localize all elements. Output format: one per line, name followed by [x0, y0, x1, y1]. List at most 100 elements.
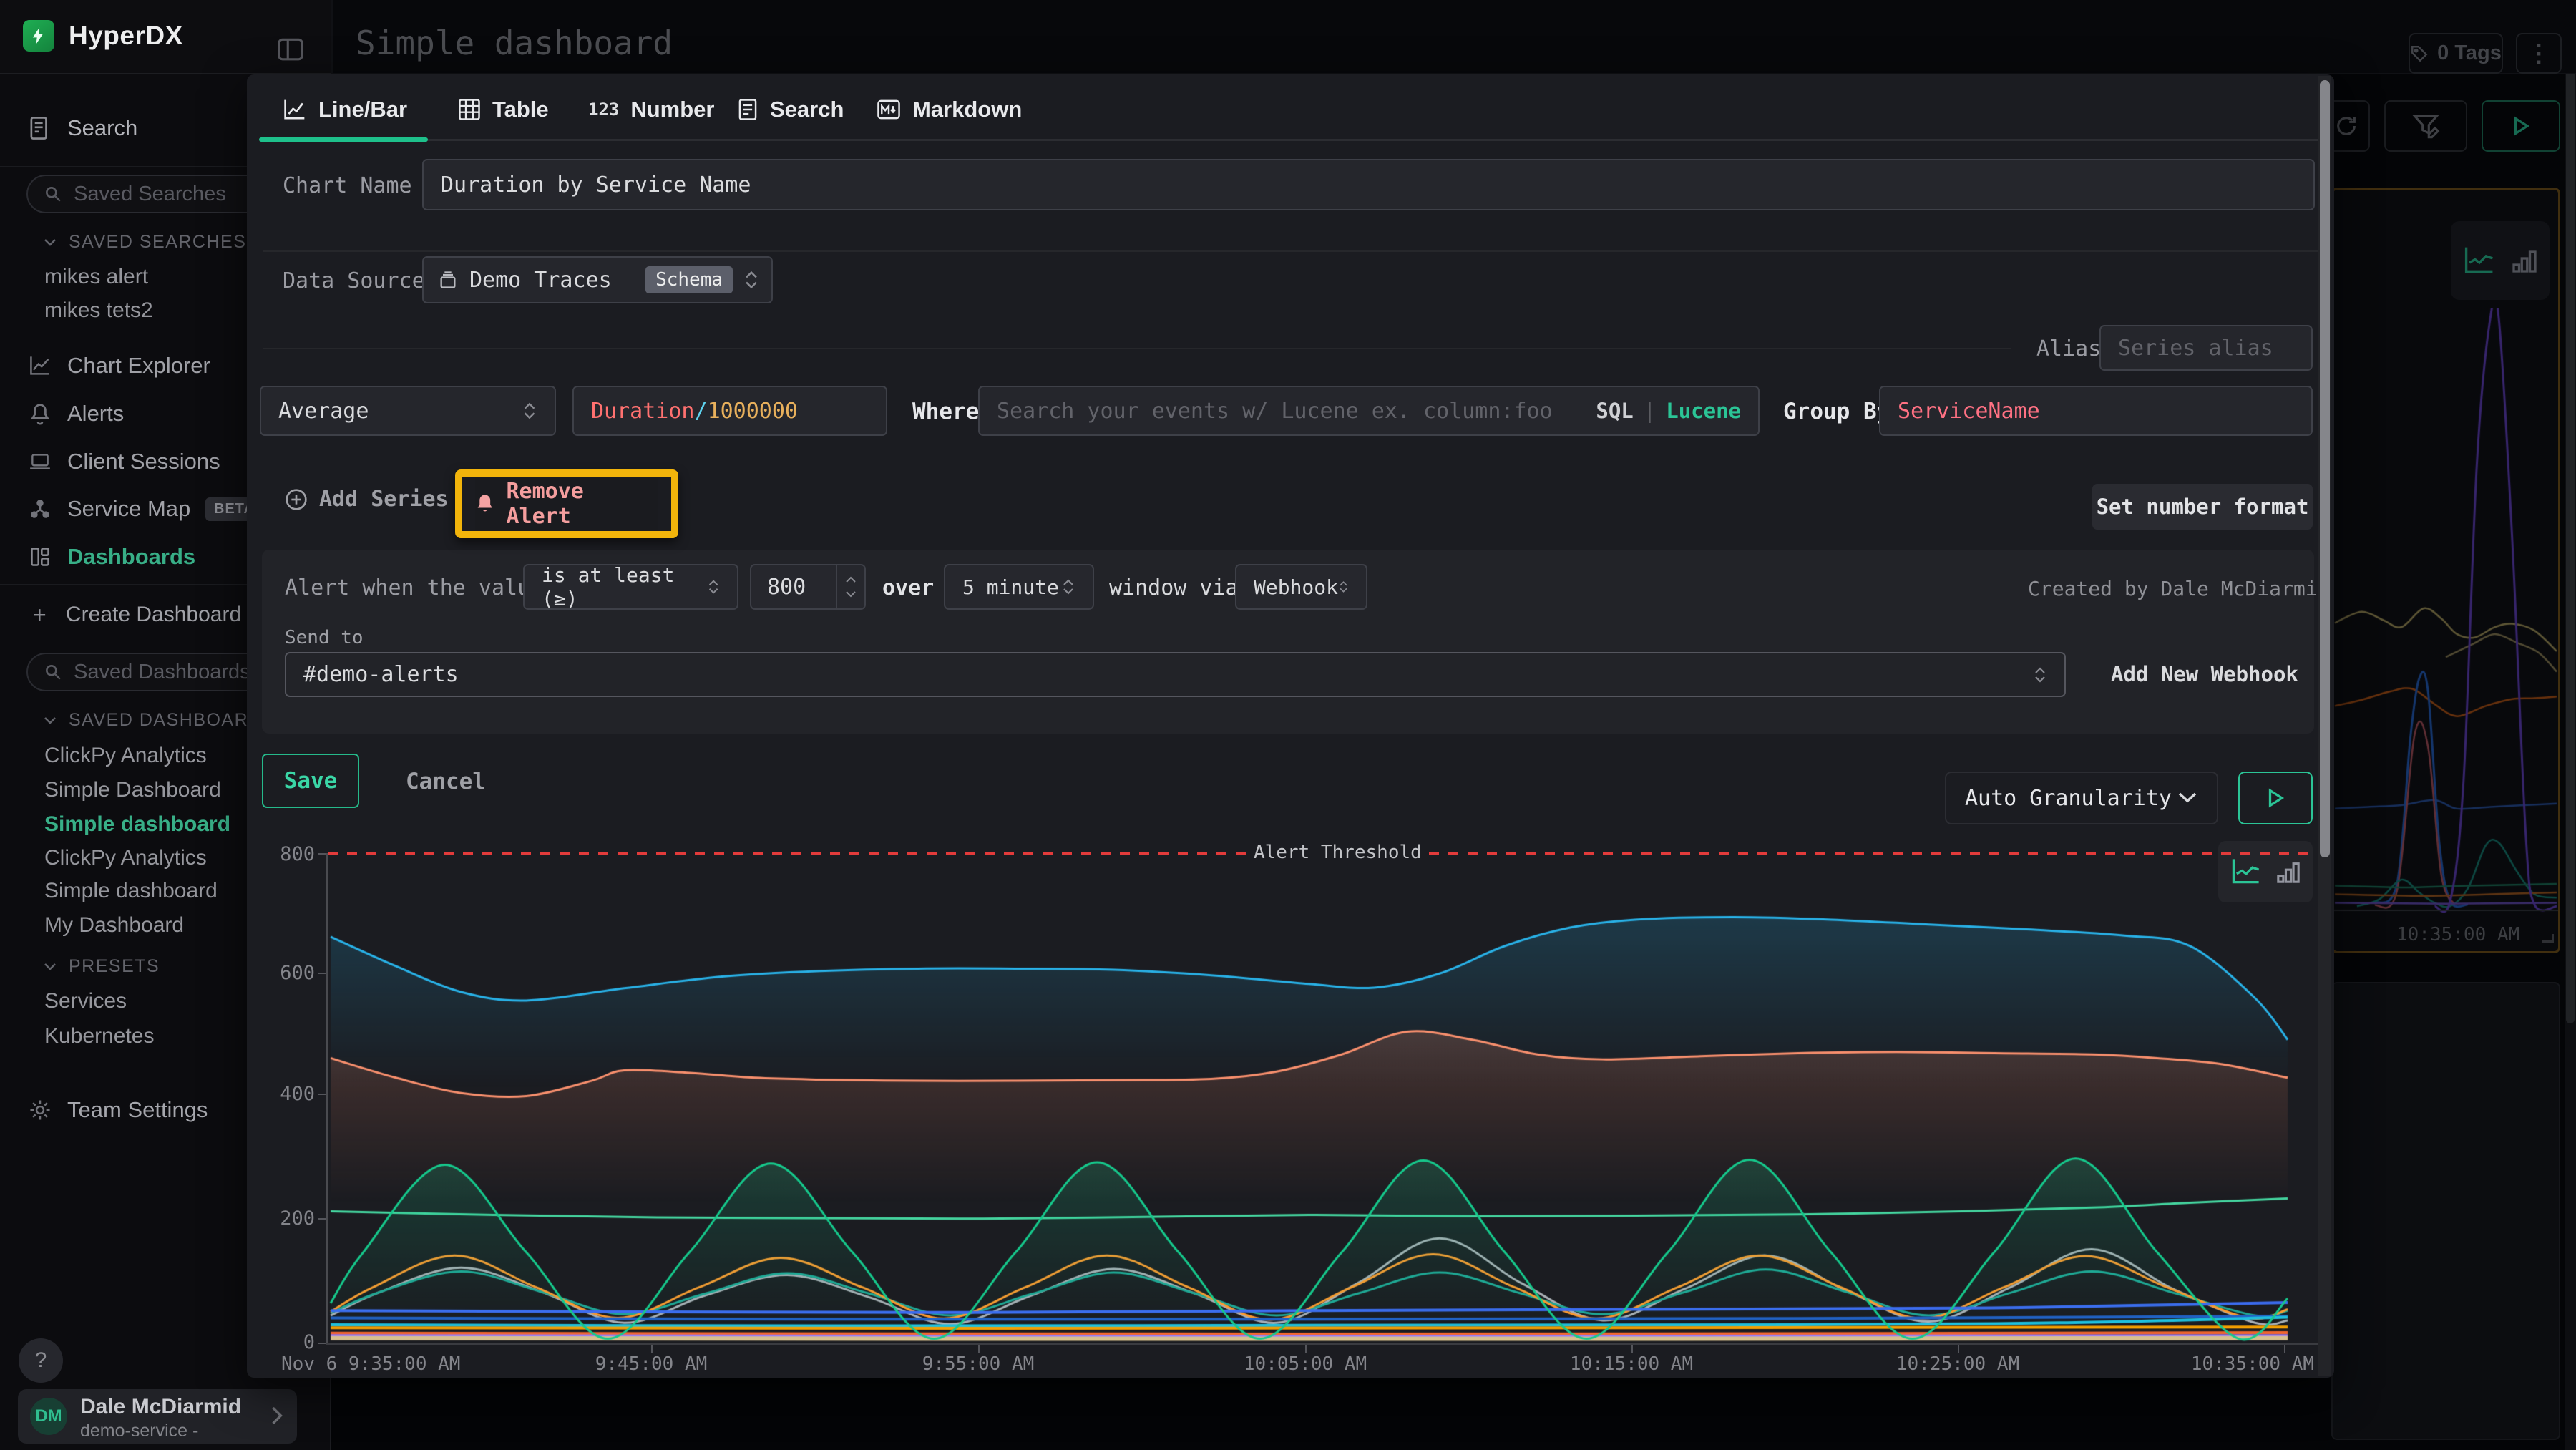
logs-icon [27, 116, 53, 140]
number-stepper[interactable] [836, 565, 864, 608]
alias-input[interactable]: Series alias [2099, 325, 2313, 371]
send-to-label: Send to [285, 627, 364, 648]
123-icon: 123 [588, 99, 619, 120]
play-icon [2265, 787, 2286, 809]
preset-item[interactable]: Services [44, 989, 127, 1013]
dashboard-item[interactable]: ClickPy Analytics [44, 744, 207, 768]
markdown-icon [877, 99, 901, 120]
data-source-label: Data Source [283, 268, 425, 293]
alert-channel-select[interactable]: Webhook [1235, 564, 1367, 610]
search-icon [44, 185, 62, 203]
where-label: Where [912, 399, 979, 424]
search-icon [44, 663, 62, 681]
plus-circle-icon [285, 488, 308, 511]
modal-divider [263, 250, 2318, 252]
x-tick-label: 10:25:00 AM [1896, 1353, 2019, 1375]
add-series-button[interactable]: Add Series [285, 487, 449, 512]
chevron-down-icon [43, 716, 57, 726]
presets-header[interactable]: PRESETS [43, 956, 160, 977]
user-subtitle: demo-service - [80, 1421, 198, 1441]
saved-search-item[interactable]: mikes alert [44, 265, 148, 289]
saved-searches-header[interactable]: SAVED SEARCHES [43, 232, 246, 253]
saved-searches-placeholder: Saved Searches [74, 183, 226, 206]
alert-condition-select[interactable]: is at least (≥) [523, 564, 738, 610]
document-icon [737, 98, 758, 121]
alert-threshold-label: Alert Threshold [1246, 840, 1429, 865]
chevron-updown-icon [1061, 578, 1075, 596]
preset-item[interactable]: Kubernetes [44, 1024, 154, 1048]
lucene-toggle[interactable]: Lucene [1666, 399, 1741, 423]
preview-run-button[interactable] [2238, 772, 2313, 824]
dashboard-item-active[interactable]: Simple dashboard [44, 812, 230, 837]
x-tick-label: 10:05:00 AM [1244, 1353, 1367, 1375]
window-via-label: window via [1109, 575, 1239, 600]
dashboard-item[interactable]: Simple Dashboard [44, 778, 221, 802]
chevron-updown-icon [522, 401, 537, 421]
chevron-updown-icon [743, 269, 760, 291]
modal-scrollbar-thumb[interactable] [2320, 80, 2330, 857]
chart-name-input[interactable]: Duration by Service Name [422, 159, 2315, 210]
granularity-select[interactable]: Auto Granularity [1945, 772, 2218, 824]
save-button[interactable]: Save [262, 754, 359, 808]
alert-window-select[interactable]: 5 minute [944, 564, 1094, 610]
chevron-updown-icon [707, 578, 720, 596]
modal-scrollbar-track[interactable] [2318, 76, 2331, 1376]
tab-table[interactable]: Table [458, 97, 549, 122]
x-tick-label: Nov 6 9:35:00 AM [281, 1353, 460, 1375]
help-button[interactable]: ? [19, 1338, 63, 1383]
group-by-input[interactable]: ServiceName [1879, 386, 2313, 436]
where-search-input[interactable]: Search your events w/ Lucene ex. column:… [978, 386, 1760, 436]
user-name: Dale McDiarmid [80, 1395, 241, 1419]
gear-icon [27, 1099, 53, 1121]
aggregation-select[interactable]: Average [260, 386, 556, 436]
table-icon [458, 98, 481, 121]
user-menu[interactable]: DM Dale McDiarmid demo-service - [18, 1389, 297, 1444]
dashboard-item[interactable]: ClickPy Analytics [44, 846, 207, 870]
duration-chart-canvas[interactable] [328, 830, 2290, 1344]
cancel-button[interactable]: Cancel [406, 769, 486, 794]
set-number-format-button[interactable]: Set number format [2092, 484, 2313, 530]
bar-chart-icon [2276, 857, 2301, 887]
chevron-updown-icon [2033, 666, 2047, 684]
send-to-select[interactable]: #demo-alerts [285, 652, 2066, 697]
active-tab-underline [259, 137, 428, 142]
box-icon [438, 270, 458, 290]
tab-number[interactable]: 123 Number [588, 97, 715, 122]
expr-field: Duration [591, 399, 695, 424]
line-chart-icon [283, 98, 307, 121]
tab-line-bar[interactable]: Line/Bar [283, 97, 407, 122]
dashboard-item[interactable]: My Dashboard [44, 913, 184, 938]
avatar: DM [30, 1398, 67, 1435]
chart-name-label: Chart Name [283, 173, 412, 198]
x-tick-label: 9:55:00 AM [922, 1353, 1035, 1375]
brand: HyperDX [23, 20, 183, 52]
plus-icon: + [33, 602, 47, 628]
expr-number: 1000000 [708, 399, 798, 424]
sidebar-collapse-icon[interactable] [276, 36, 305, 67]
hyperdx-logo-icon [23, 20, 54, 52]
data-source-select[interactable]: Demo Traces Schema [422, 256, 773, 303]
dashboard-item[interactable]: Simple dashboard [44, 879, 218, 903]
schema-badge: Schema [645, 266, 733, 293]
y-tick-400: 400 [265, 1083, 315, 1105]
add-new-webhook-button[interactable]: Add New Webhook [2111, 662, 2298, 686]
alert-threshold-input[interactable]: 800 [750, 564, 866, 610]
saved-dashboards-header[interactable]: SAVED DASHBOARDS [43, 710, 275, 731]
chevron-down-icon [43, 238, 57, 248]
field-expression-input[interactable]: Duration/1000000 [572, 386, 887, 436]
saved-search-item[interactable]: mikes tets2 [44, 298, 153, 323]
chevron-down-icon [43, 962, 57, 972]
series-divider [263, 348, 2011, 349]
bell-icon [27, 402, 53, 425]
over-label: over [882, 575, 934, 600]
tab-search[interactable]: Search [737, 97, 844, 122]
chart-type-toggle[interactable] [2218, 841, 2313, 902]
brand-name: HyperDX [69, 21, 183, 51]
y-tick-600: 600 [265, 962, 315, 984]
created-by-label: Created by Dale McDiarmid [2028, 577, 2329, 600]
sql-toggle[interactable]: SQL [1596, 399, 1633, 423]
service-map-icon [27, 498, 53, 520]
dashboards-icon [27, 546, 53, 568]
tabs-underline-track [263, 139, 2318, 141]
tab-markdown[interactable]: Markdown [877, 97, 1022, 122]
